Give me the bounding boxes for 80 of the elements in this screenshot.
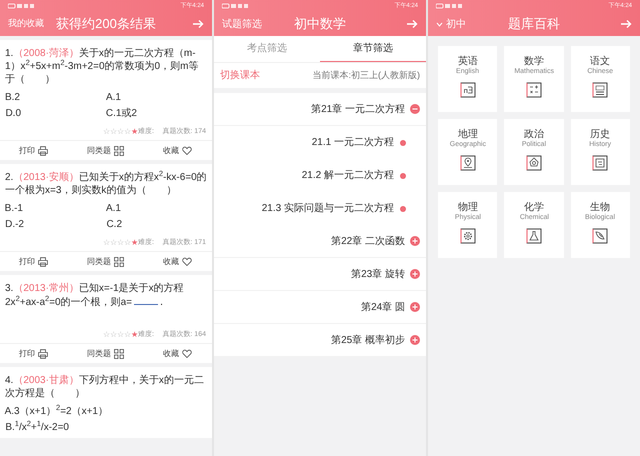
question-text: 3.（2013·常州）已知x=-1是关于x的方程2x$^{2}$+ax-a$^{2}$=0的一个根，则a= . [5, 282, 185, 309]
section-row[interactable]: 21.2 解一元二次方程 [214, 159, 426, 192]
grid-icon [114, 348, 124, 358]
printer-icon [38, 146, 48, 156]
printer-icon [38, 256, 48, 266]
status-icons [436, 3, 462, 9]
chapter-title: 第22章 二次函数 [331, 234, 405, 248]
subject-name: 化学 [524, 202, 544, 213]
heart-icon [182, 348, 192, 358]
subject-name: 数学 [524, 56, 544, 67]
grid-icon [114, 256, 124, 266]
chapter-title: 第24章 圆 [361, 300, 405, 314]
chapter-row[interactable]: 第22章 二次函数 [214, 225, 426, 258]
question-action-button[interactable]: 同类题 [88, 348, 124, 360]
answer-option: B.-1 [5, 203, 24, 215]
caret-icon [436, 22, 443, 26]
heart-icon [182, 146, 192, 156]
section-row[interactable]: 21.1 一元二次方程 [214, 126, 426, 159]
question-action-button[interactable]: 同类题 [88, 144, 124, 156]
subject-name: 语文 [590, 56, 610, 67]
subject-icon [592, 155, 608, 171]
section-title: 21.2 解一元二次方程 [302, 168, 394, 183]
chapter-row[interactable]: 第24章 圆 [214, 291, 426, 324]
subject-icon [592, 82, 608, 98]
screen-title: 初中数学 [294, 15, 346, 34]
question-text: 2.（2013·安顺）已知关于x的方程x$^{2}$-kx-6=0的一个根为x=3，则实数k的值为（ ） [5, 171, 207, 197]
subject-name: 历史 [590, 129, 610, 140]
back-arrow-icon [406, 19, 418, 29]
question-action-button[interactable]: 打印 [20, 144, 48, 156]
screen-title: 获得约200条结果 [56, 15, 156, 34]
answer-option: A.1 [106, 92, 122, 104]
answer-option: A.1 [106, 203, 122, 215]
chapter-row[interactable]: 第23章 旋转 [214, 258, 426, 291]
question-action-button[interactable]: 收藏 [164, 256, 192, 268]
answer-option: D.0 [5, 108, 21, 120]
question-text: 1.（2008·菏泽）关于x的一元二次方程（m-1）x$^{2}$+5x+m$^{2}$-3m+2=0的常数项为0，则m等于（ ） [5, 47, 200, 86]
subject-icon [592, 228, 608, 244]
subject-name: 物理 [458, 202, 478, 213]
printer-icon [38, 348, 48, 358]
chapter-row[interactable]: 第21章 一元二次方程 [214, 93, 426, 126]
question-action-button[interactable]: 收藏 [164, 144, 192, 156]
status-icons [222, 3, 248, 9]
subject-name: 英语 [458, 56, 478, 67]
subject-icon [460, 228, 476, 244]
answer-option: B.$^{1}$/x$^{2}$+$^{1}$/x-2=0 [5, 422, 69, 434]
back-arrow-icon [192, 19, 204, 29]
question-action-button[interactable]: 打印 [20, 348, 48, 360]
screen-title: 题库百科 [508, 15, 560, 34]
subject-icon [526, 82, 542, 98]
subject-icon [526, 228, 542, 244]
subject-name: 政治 [524, 129, 544, 140]
difficulty-stars: ★ ☆ ☆ ☆ ☆ [103, 331, 138, 339]
section-row[interactable]: 21.3 实际问题与一元二次方程 [214, 192, 426, 225]
answer-option: B.2 [5, 92, 20, 104]
question-action-button[interactable]: 同类题 [88, 256, 124, 268]
chapter-title: 第21章 一元二次方程 [311, 102, 405, 116]
section-title: 21.3 实际问题与一元二次方程 [262, 202, 394, 216]
current-textbook: 当前课本:初三上(人教新版) [312, 68, 420, 82]
chapter-title: 第25章 概率初步 [331, 334, 405, 348]
answer-option: C.2 [106, 219, 122, 231]
question-text: 4.（2003·甘肃）下列方程中，关于x的一元二次方程是（ ） [5, 374, 205, 400]
grid-icon [114, 146, 124, 156]
subject-name: 生物 [590, 202, 610, 213]
difficulty-stars: ★ ☆ ☆ ☆ ☆ [103, 128, 138, 136]
subject-icon [460, 82, 476, 98]
chapter-row[interactable]: 第25章 概率初步 [214, 324, 426, 357]
section-title: 21.1 一元二次方程 [312, 136, 394, 150]
answer-option: C.1或2 [106, 108, 138, 120]
heart-icon [182, 256, 192, 266]
subject-icon [526, 155, 542, 171]
subject-name: 地理 [458, 129, 478, 140]
difficulty-stars: ★ ☆ ☆ ☆ ☆ [103, 239, 138, 247]
subject-icon [460, 155, 476, 171]
answer-option: D.-2 [5, 219, 24, 231]
chapter-title: 第23章 旋转 [351, 268, 405, 282]
question-action-button[interactable]: 收藏 [164, 348, 192, 360]
back-arrow-icon [620, 19, 632, 29]
question-action-button[interactable]: 打印 [20, 256, 48, 268]
answer-option: A.3（x+1）$^{2}$=2（x+1） [5, 406, 108, 418]
status-icons [8, 3, 34, 9]
